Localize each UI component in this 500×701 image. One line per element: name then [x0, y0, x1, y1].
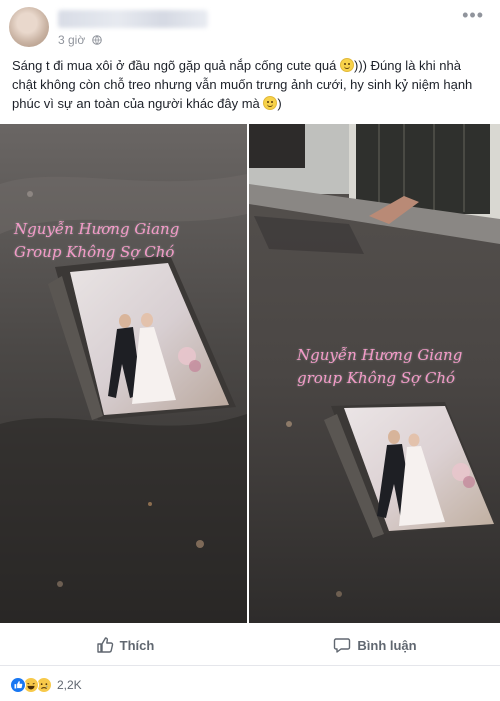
watermark-right: Nguyễn Hương Giang group Không Sợ Chó	[297, 344, 462, 390]
reaction-summary[interactable]: 2,2K	[10, 676, 82, 694]
watermark-left-line1: Nguyễn Hương Giang	[14, 220, 180, 238]
author-avatar[interactable]	[9, 7, 49, 47]
smile-emoji-icon	[263, 96, 278, 110]
post-action-bar: Thích Bình luận	[0, 625, 500, 666]
post-options-button[interactable]: •••	[462, 6, 484, 24]
watermark-right-line1: Nguyễn Hương Giang	[297, 346, 463, 364]
thumbs-up-icon	[96, 637, 113, 653]
smile-emoji-icon	[340, 58, 355, 72]
post-photo-right[interactable]: Nguyễn Hương Giang group Không Sợ Chó	[249, 124, 500, 623]
comment-label[interactable]: Bình luận	[357, 638, 416, 653]
manhole-wedding-photo-left	[0, 124, 247, 623]
timestamp-text[interactable]: 3 giờ	[58, 33, 85, 47]
post-photo-left[interactable]: Nguyễn Hương Giang Group Không Sợ Chó	[0, 124, 247, 623]
caption-text-1: Sáng t đi mua xôi ở đầu ngõ gặp quả nắp …	[12, 58, 337, 73]
like-icon	[10, 677, 26, 693]
comment-button[interactable]: Bình luận	[250, 625, 500, 665]
like-button[interactable]: Thích	[0, 625, 250, 665]
comment-icon	[334, 638, 351, 653]
feed-post: 3 giờ ••• Sáng t đi mua xôi ở đầu ngõ gặ…	[0, 0, 500, 701]
like-label[interactable]: Thích	[120, 638, 155, 653]
post-caption: Sáng t đi mua xôi ở đầu ngõ gặp quả nắp …	[12, 58, 473, 111]
reaction-count[interactable]: 2,2K	[57, 678, 82, 692]
watermark-left: Nguyễn Hương Giang Group Không Sợ Chó	[14, 218, 179, 264]
watermark-left-line2: Group Không Sợ Chó	[14, 243, 175, 261]
watermark-right-line2: group Không Sợ Chó	[297, 369, 456, 387]
author-name-blurred[interactable]	[58, 10, 208, 28]
post-timestamp[interactable]: 3 giờ	[58, 33, 102, 47]
audience-icon[interactable]	[91, 35, 102, 45]
